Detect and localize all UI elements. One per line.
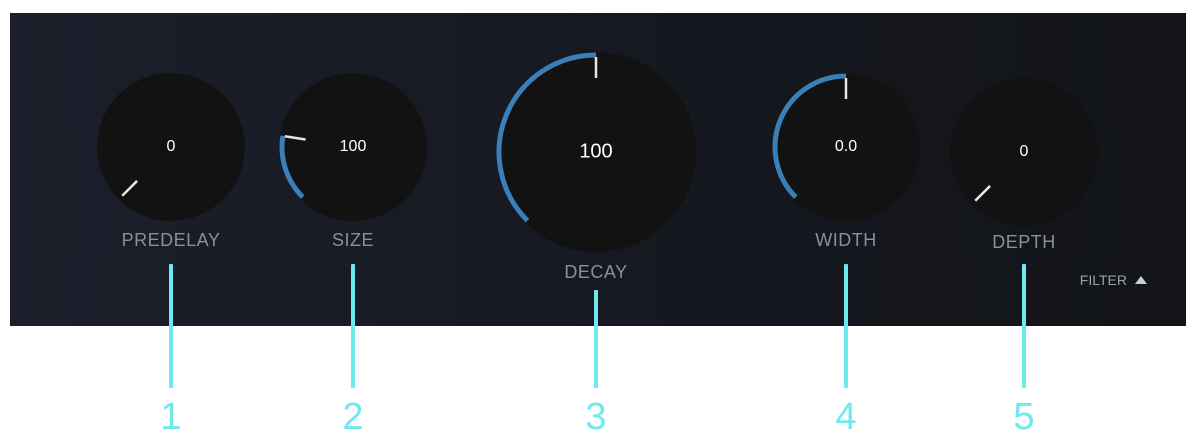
width-value: 0.0 bbox=[834, 138, 858, 155]
callout-line-2 bbox=[351, 264, 355, 388]
predelay-value: 0 bbox=[166, 138, 176, 155]
callout-number-5: 5 bbox=[1013, 396, 1035, 438]
width-label: WIDTH bbox=[815, 230, 877, 250]
predelay-label: PREDELAY bbox=[121, 230, 221, 250]
triangle-up-icon bbox=[1135, 276, 1147, 284]
callout-number-4: 4 bbox=[835, 396, 857, 438]
callout-number-2: 2 bbox=[342, 396, 364, 438]
filter-label: FILTER bbox=[1079, 272, 1127, 288]
depth-label: DEPTH bbox=[992, 232, 1056, 252]
callout-line-5 bbox=[1022, 264, 1026, 388]
callout-line-3 bbox=[594, 290, 598, 388]
decay-value: 100 bbox=[579, 140, 613, 163]
depth-value: 0 bbox=[1019, 143, 1029, 160]
decay-label: DECAY bbox=[564, 262, 628, 282]
size-label: SIZE bbox=[331, 230, 375, 250]
callout-number-1: 1 bbox=[160, 396, 182, 438]
callout-line-1 bbox=[169, 264, 173, 388]
callout-number-3: 3 bbox=[585, 396, 607, 438]
filter-toggle-button[interactable]: FILTER bbox=[1080, 272, 1147, 288]
size-value: 100 bbox=[339, 138, 367, 155]
callout-line-4 bbox=[844, 264, 848, 388]
